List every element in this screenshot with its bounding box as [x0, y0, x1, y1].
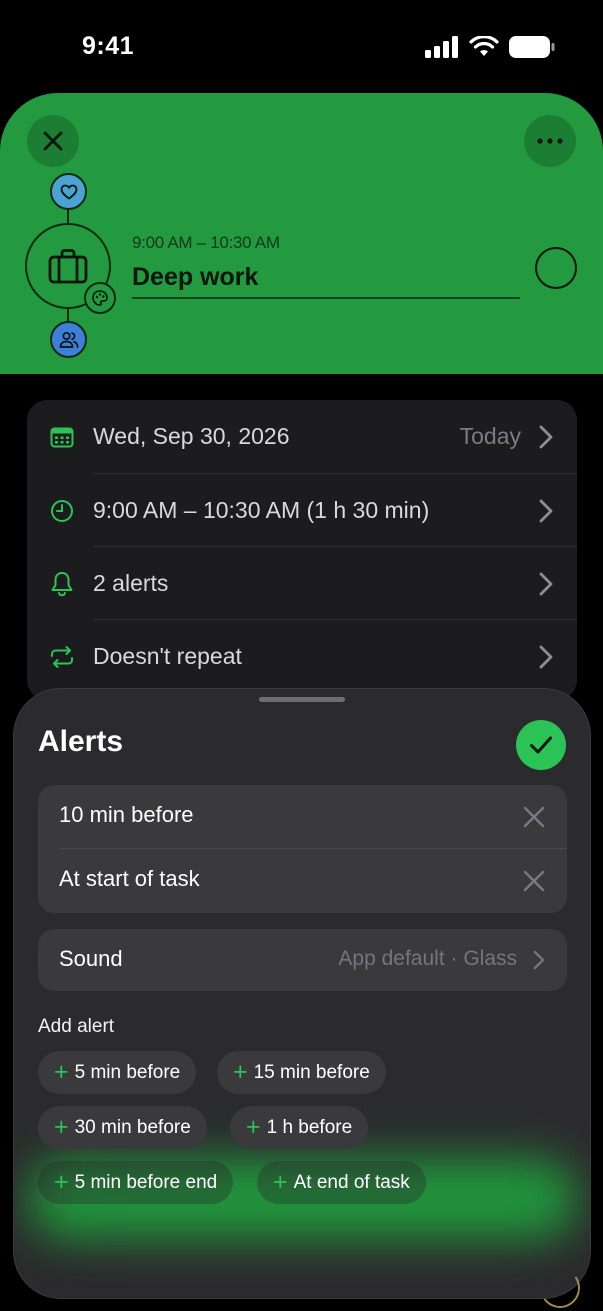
alerts-sheet: Alerts 10 min before At start of task So…	[13, 688, 591, 1299]
task-details-card: Wed, Sep 30, 2026 Today 9:00 AM – 10:30 …	[27, 400, 577, 700]
chevron-right-icon	[539, 572, 553, 596]
chip-label: At end of task	[293, 1171, 410, 1193]
add-alert-chip[interactable]: + At end of task	[257, 1161, 426, 1204]
sound-label: Sound	[59, 946, 123, 971]
checkmark-icon	[530, 736, 552, 754]
repeat-label: Doesn't repeat	[93, 643, 242, 669]
close-button[interactable]	[27, 115, 79, 167]
color-palette-node[interactable]	[84, 282, 116, 314]
date-row[interactable]: Wed, Sep 30, 2026 Today	[27, 400, 577, 473]
complete-task-toggle[interactable]	[535, 247, 577, 289]
plus-icon: +	[54, 1168, 69, 1196]
task-time-range: 9:00 AM – 10:30 AM	[132, 233, 280, 252]
repeat-row[interactable]: Doesn't repeat	[27, 620, 577, 693]
add-alert-chip[interactable]: + 30 min before	[38, 1106, 207, 1149]
plus-icon: +	[246, 1113, 261, 1141]
date-label: Wed, Sep 30, 2026	[93, 423, 290, 449]
plus-icon: +	[54, 1113, 69, 1141]
chip-label: 30 min before	[74, 1116, 191, 1138]
repeat-icon	[49, 644, 75, 670]
calendar-icon	[49, 424, 75, 450]
battery-icon	[509, 36, 555, 58]
sheet-title: Alerts	[38, 725, 124, 758]
palette-icon	[92, 290, 108, 306]
chevron-right-icon	[539, 645, 553, 669]
alerts-list: 10 min before At start of task	[38, 785, 567, 913]
status-icons	[425, 36, 555, 58]
sound-row[interactable]: Sound App default · Glass	[38, 929, 567, 991]
alert-item: 10 min before	[38, 785, 567, 849]
briefcase-icon	[48, 249, 88, 284]
task-header: 9:00 AM – 10:30 AM Deep work	[0, 93, 603, 374]
remove-alert-icon[interactable]	[523, 806, 545, 828]
chip-label: 5 min before	[74, 1061, 181, 1083]
remove-alert-icon[interactable]	[523, 870, 545, 892]
add-alert-heading: Add alert	[38, 1016, 115, 1037]
more-button[interactable]	[524, 115, 576, 167]
clock-icon	[49, 498, 75, 524]
heart-node[interactable]	[50, 173, 87, 210]
add-alert-chip[interactable]: + 5 min before	[38, 1051, 197, 1094]
status-bar: 9:41	[0, 0, 603, 95]
done-button[interactable]	[516, 720, 566, 770]
status-time: 9:41	[82, 32, 135, 60]
plus-icon: +	[233, 1058, 248, 1086]
alerts-row[interactable]: 2 alerts	[27, 547, 577, 620]
people-node[interactable]	[50, 321, 87, 358]
plus-icon: +	[54, 1058, 69, 1086]
heart-icon	[60, 184, 77, 200]
chevron-right-icon	[533, 950, 545, 970]
plus-icon: +	[273, 1168, 288, 1196]
chevron-right-icon	[539, 425, 553, 449]
ellipsis-icon	[537, 138, 563, 144]
add-alert-chip[interactable]: + 15 min before	[217, 1051, 386, 1094]
chevron-right-icon	[539, 499, 553, 523]
add-alert-chip[interactable]: + 1 h before	[230, 1106, 369, 1149]
alert-label: At start of task	[59, 866, 200, 891]
alerts-count-label: 2 alerts	[93, 570, 169, 596]
people-icon	[59, 331, 78, 348]
chip-label: 1 h before	[266, 1116, 353, 1138]
time-row[interactable]: 9:00 AM – 10:30 AM (1 h 30 min)	[27, 474, 577, 547]
sheet-grabber[interactable]	[259, 697, 345, 702]
date-relative-value: Today	[459, 423, 521, 449]
time-range-label: 9:00 AM – 10:30 AM (1 h 30 min)	[93, 497, 430, 523]
chip-label: 15 min before	[253, 1061, 370, 1083]
task-title-input[interactable]: Deep work	[132, 263, 258, 292]
alert-label: 10 min before	[59, 802, 194, 827]
chip-label: 5 min before end	[74, 1171, 218, 1193]
sound-value: App default · Glass	[338, 947, 517, 970]
alert-item: At start of task	[38, 849, 567, 913]
bell-icon	[49, 571, 75, 597]
title-underline	[132, 297, 520, 299]
wifi-icon	[469, 36, 499, 56]
close-icon	[43, 131, 63, 151]
add-alert-chip[interactable]: + 5 min before end	[38, 1161, 234, 1204]
cellular-signal-icon	[425, 36, 458, 58]
